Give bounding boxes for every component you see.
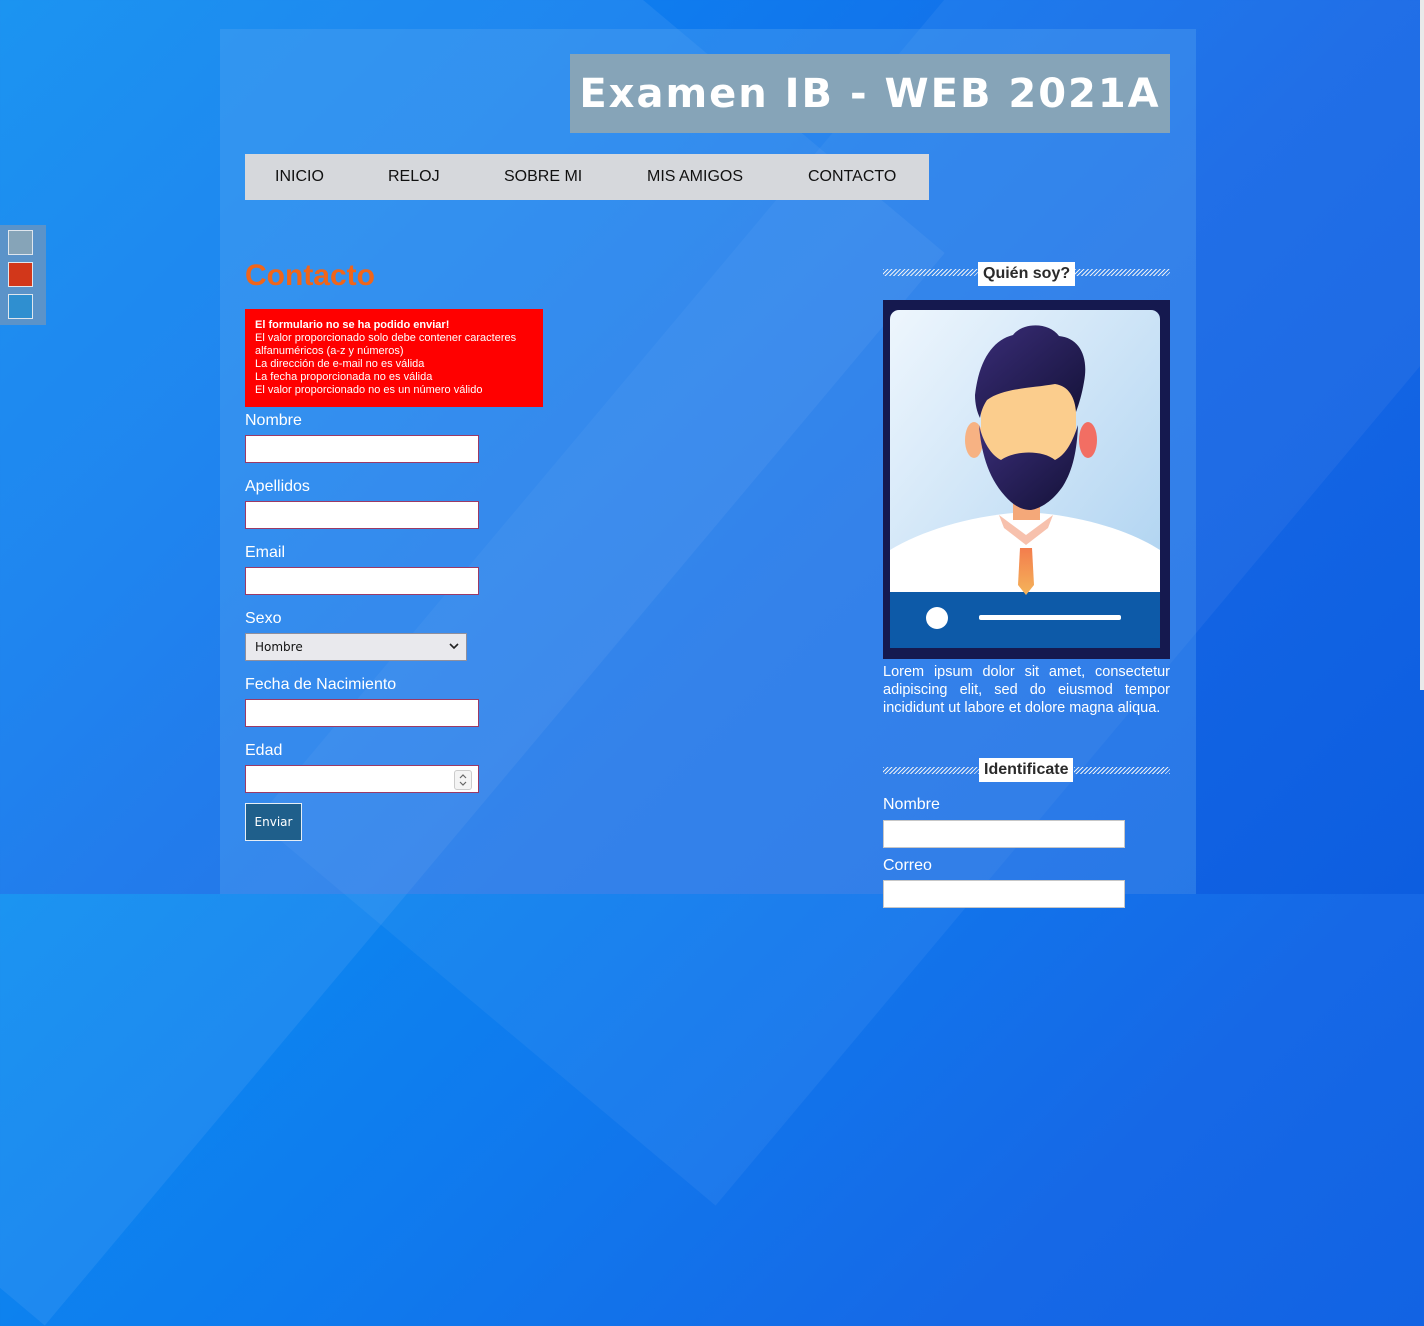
contact-heading: Contacto	[245, 259, 375, 292]
identify-title: Identificate	[979, 758, 1074, 782]
nav-item-inicio[interactable]: INICIO	[275, 168, 324, 186]
sexo-label: Sexo	[245, 610, 282, 627]
theme-swatch-gray[interactable]	[8, 230, 33, 255]
error-line: El valor proporcionado solo debe contene…	[255, 332, 517, 357]
error-line: La fecha proporcionada no es válida	[255, 371, 433, 383]
login-nombre-label: Nombre	[883, 796, 940, 813]
nav-item-contacto[interactable]: CONTACTO	[808, 168, 896, 186]
nav-item-mis-amigos[interactable]: MIS AMIGOS	[647, 168, 743, 186]
error-line: El valor proporcionado no es un número v…	[255, 384, 483, 396]
fecha-input[interactable]	[245, 699, 479, 727]
site-title: Examen IB - WEB 2021A	[579, 70, 1161, 117]
site-header: Examen IB - WEB 2021A	[570, 54, 1170, 133]
title-hatch	[883, 767, 979, 774]
edad-input[interactable]	[245, 765, 479, 793]
avatar-illustration	[890, 310, 1160, 648]
error-line: La dirección de e-mail no es válida	[255, 358, 425, 370]
login-correo-input[interactable]	[883, 880, 1125, 908]
about-text: Lorem ipsum dolor sit amet, consectetur …	[883, 664, 1170, 716]
login-nombre-input[interactable]	[883, 820, 1125, 848]
chevron-down-icon	[449, 643, 459, 650]
title-hatch	[1074, 767, 1170, 774]
theme-swatch-blue[interactable]	[8, 294, 33, 319]
error-title: El formulario no se ha podido enviar!	[255, 319, 450, 331]
spinner-arrows-icon	[459, 774, 467, 786]
number-spinner[interactable]	[454, 770, 472, 790]
page-container: Examen IB - WEB 2021A INICIO RELOJ SOBRE…	[220, 29, 1196, 908]
nombre-input[interactable]	[245, 435, 479, 463]
title-hatch	[1075, 269, 1170, 276]
apellidos-input[interactable]	[245, 501, 479, 529]
main-nav: INICIO RELOJ SOBRE MI MIS AMIGOS CONTACT…	[245, 154, 929, 200]
edad-label: Edad	[245, 742, 283, 759]
login-correo-label: Correo	[883, 857, 932, 874]
fecha-label: Fecha de Nacimiento	[245, 676, 397, 693]
email-label: Email	[245, 544, 286, 561]
page-scrollbar[interactable]	[1420, 0, 1424, 690]
profile-avatar	[883, 300, 1170, 659]
color-theme-switcher	[0, 225, 46, 325]
nav-item-reloj[interactable]: RELOJ	[388, 168, 440, 186]
title-hatch	[883, 269, 978, 276]
about-title: Quién soy?	[978, 262, 1076, 286]
email-input[interactable]	[245, 567, 479, 595]
apellidos-label: Apellidos	[245, 478, 310, 495]
sexo-select[interactable]: Hombre	[245, 633, 467, 661]
nav-item-sobre-mi[interactable]: SOBRE MI	[504, 168, 582, 186]
form-error-box: El formulario no se ha podido enviar! El…	[245, 309, 543, 407]
submit-button[interactable]: Enviar	[245, 803, 302, 841]
nombre-label: Nombre	[245, 412, 302, 429]
sexo-selected-value: Hombre	[255, 640, 303, 654]
theme-swatch-red[interactable]	[8, 262, 33, 287]
